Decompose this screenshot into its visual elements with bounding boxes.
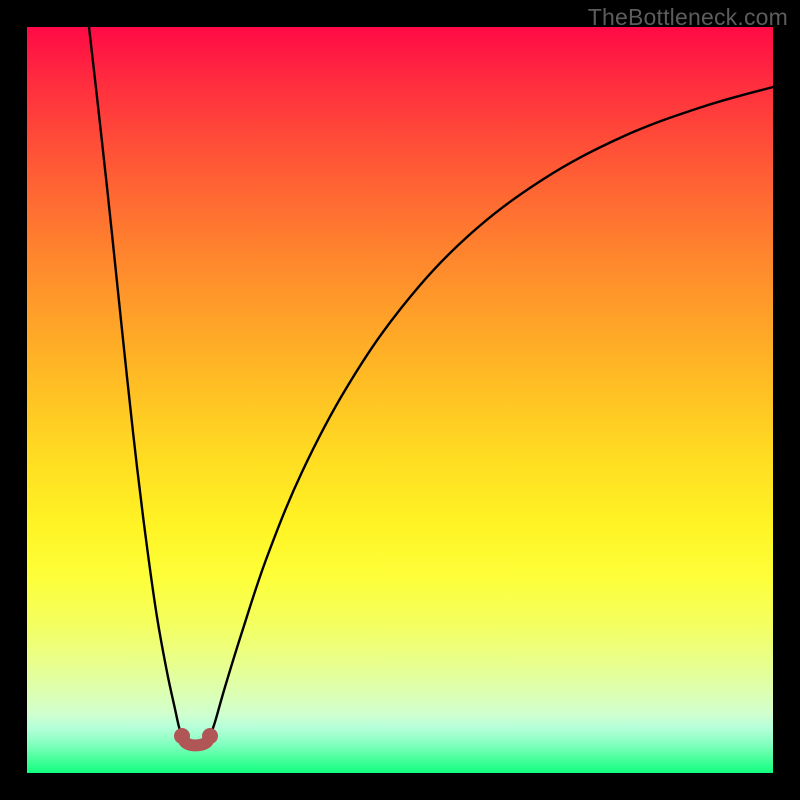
curve-right-branch [210, 87, 773, 736]
valley-endpoint-right [202, 728, 218, 744]
plot-area [27, 27, 773, 773]
valley-endpoint-left [174, 728, 190, 744]
watermark-text: TheBottleneck.com [588, 4, 788, 31]
curve-left-branch [89, 27, 182, 736]
bottleneck-curve [27, 27, 773, 773]
chart-frame: TheBottleneck.com [0, 0, 800, 800]
